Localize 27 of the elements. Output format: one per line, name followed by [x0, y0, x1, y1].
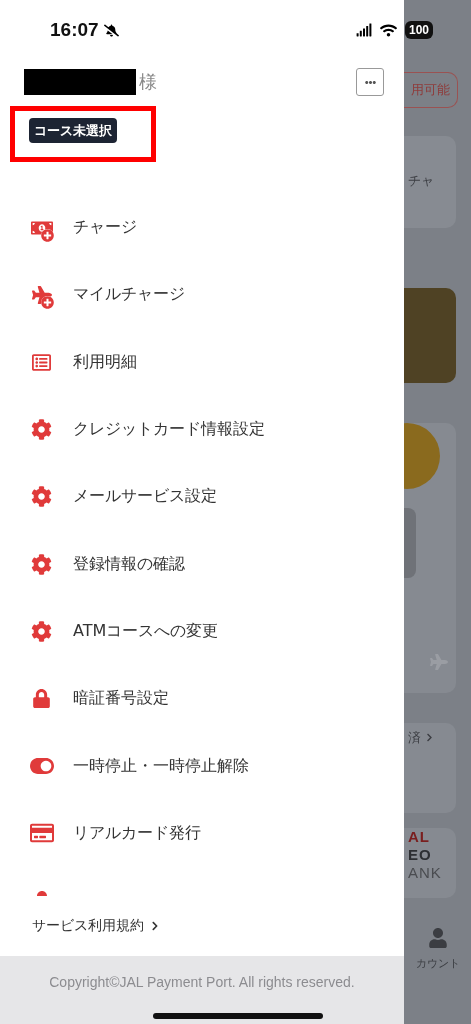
- menu-item[interactable]: 暗証番号設定: [73, 688, 169, 710]
- brand-text: AL: [408, 828, 430, 846]
- honorific: 様: [139, 70, 157, 94]
- menu-item[interactable]: チャージ: [73, 217, 137, 239]
- menu-item[interactable]: マイルチャージ: [73, 284, 185, 306]
- chevron-icon: [425, 733, 435, 742]
- status-pill: 用可能: [404, 72, 458, 108]
- course-badge: コース未選択: [29, 118, 117, 143]
- signal-icon: [355, 22, 372, 38]
- copyright-text: Copyright©JAL Payment Port. All rights reserved.: [49, 974, 355, 990]
- menu-item[interactable]: 一時停止・一時停止解除: [73, 755, 249, 777]
- brand-text: EO: [408, 846, 432, 864]
- menu-item[interactable]: リアルカード発行: [73, 822, 201, 844]
- menu-item[interactable]: 登録情報の確認: [73, 553, 185, 575]
- bell-slash-icon: [103, 22, 119, 38]
- menu-item[interactable]: ATMコースへの変更: [73, 620, 219, 642]
- brand-text: ANK: [408, 864, 442, 882]
- account-icon[interactable]: [427, 928, 448, 948]
- battery-level: 100: [404, 21, 433, 39]
- menu-item[interactable]: クレジットカード情報設定: [73, 419, 265, 441]
- menu-item[interactable]: 利用明細: [73, 351, 137, 373]
- chevron-icon: [150, 921, 160, 931]
- status-time: 16:07: [50, 19, 99, 41]
- more-button[interactable]: [356, 68, 384, 96]
- terms-link[interactable]: サービス利用規約: [0, 896, 160, 956]
- menu-item[interactable]: メールサービス設定: [73, 486, 217, 508]
- card-text: チャ: [408, 172, 434, 190]
